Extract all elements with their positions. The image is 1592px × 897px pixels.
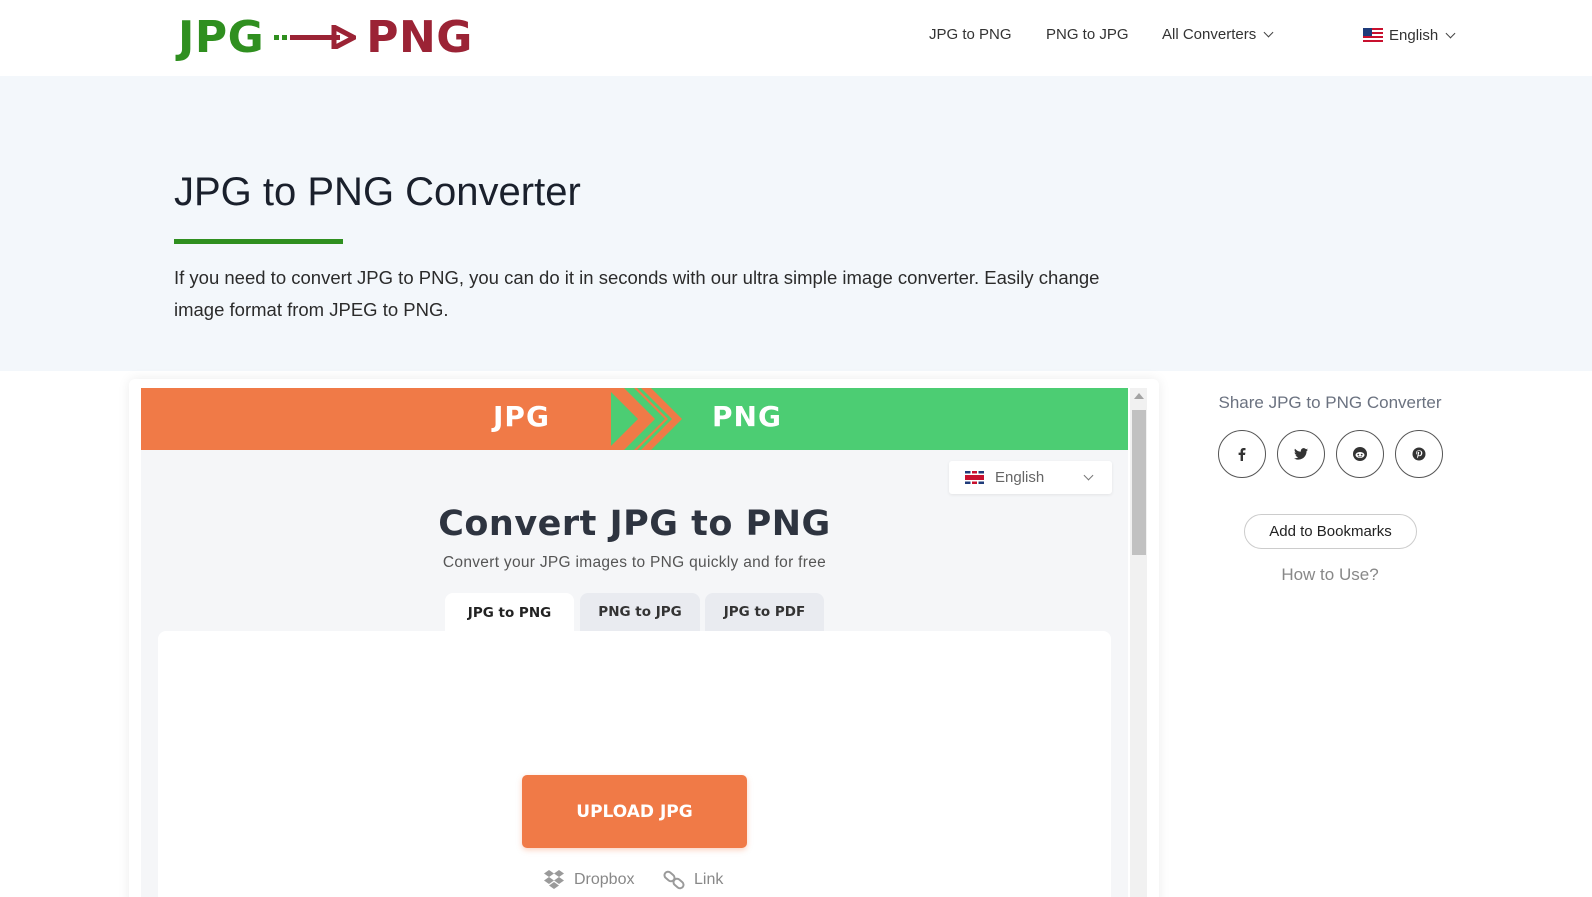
upload-button[interactable]: UPLOAD JPG [522, 775, 747, 848]
logo-png-text: PNG [366, 11, 473, 63]
format-banner: JPG PNG [141, 388, 1128, 450]
dropbox-link[interactable]: Dropbox [543, 870, 634, 890]
nav-png-to-jpg[interactable]: PNG to JPG [1046, 26, 1129, 43]
share-reddit-button[interactable] [1336, 430, 1384, 478]
add-to-bookmarks-button[interactable]: Add to Bookmarks [1244, 514, 1417, 549]
how-to-use-link[interactable]: How to Use? [1205, 565, 1455, 585]
upload-dropzone[interactable] [158, 631, 1111, 897]
site-logo[interactable]: JPG PNG [178, 11, 473, 63]
share-title: Share JPG to PNG Converter [1218, 393, 1442, 412]
chevron-down-icon [1083, 470, 1094, 481]
site-header: JPG PNG JPG to PNG PNG to JPG All Conver… [0, 0, 1592, 76]
nav-language-label: English [1389, 27, 1439, 44]
chevron-down-icon [1263, 27, 1274, 38]
nav-language-select[interactable]: English [1363, 26, 1456, 44]
widget-scrollbar[interactable] [1130, 388, 1147, 897]
tab-png-to-jpg[interactable]: PNG to JPG [580, 593, 700, 631]
pinterest-icon [1412, 447, 1426, 461]
tab-jpg-to-pdf[interactable]: JPG to PDF [705, 593, 824, 631]
tab-jpg-to-png[interactable]: JPG to PNG [445, 593, 574, 633]
widget-language-label: English [995, 469, 1045, 486]
uk-flag-icon [965, 471, 984, 484]
dropbox-icon [544, 870, 564, 889]
share-pinterest-button[interactable] [1395, 430, 1443, 478]
chevron-down-icon [1445, 28, 1456, 39]
converter-title: Convert JPG to PNG [438, 504, 831, 544]
banner-jpg-label: JPG [493, 400, 550, 433]
dropbox-label: Dropbox [574, 871, 635, 888]
facebook-icon [1238, 448, 1246, 461]
banner-png-label: PNG [712, 400, 782, 433]
nav-jpg-to-png[interactable]: JPG to PNG [929, 26, 1012, 43]
url-link[interactable]: Link [663, 870, 723, 890]
converter-subtitle: Convert your JPG images to PNG quickly a… [442, 554, 827, 571]
share-facebook-button[interactable] [1218, 430, 1266, 478]
share-twitter-button[interactable] [1277, 430, 1325, 478]
scroll-thumb[interactable] [1132, 410, 1146, 555]
page-description: If you need to convert JPG to PNG, you c… [174, 267, 1100, 320]
widget-language-select[interactable]: English [949, 461, 1112, 494]
page-title: JPG to PNG Converter [174, 170, 581, 214]
link-icon [663, 870, 685, 890]
logo-arrow-icon [274, 25, 357, 49]
title-underline [174, 239, 343, 244]
twitter-icon [1294, 448, 1308, 460]
nav-all-converters-label: All Converters [1162, 26, 1257, 43]
banner-chevrons-icon [607, 388, 699, 450]
us-flag-icon [1363, 28, 1383, 42]
logo-jpg-text: JPG [178, 11, 265, 63]
hero-section: JPG to PNG Converter If you need to conv… [0, 76, 1592, 371]
link-label: Link [694, 871, 724, 888]
scroll-up-arrow-icon[interactable] [1134, 393, 1144, 399]
reddit-icon [1353, 447, 1367, 461]
nav-all-converters[interactable]: All Converters [1162, 26, 1274, 43]
